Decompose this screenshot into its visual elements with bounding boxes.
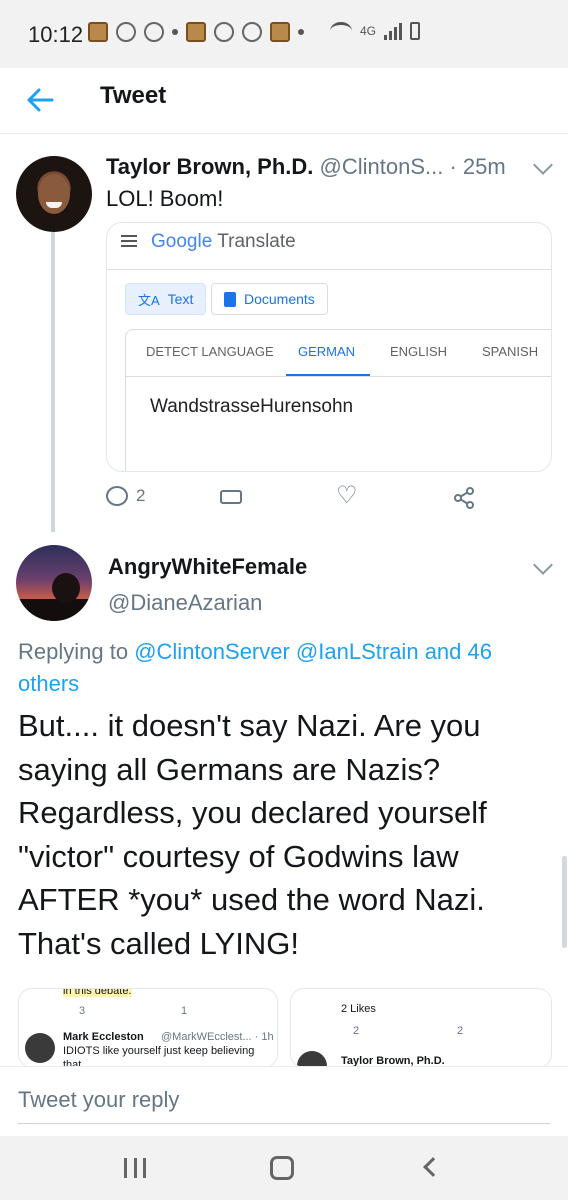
reply-composer: Tweet your reply <box>0 1066 568 1136</box>
notification-icon <box>172 29 178 35</box>
menu-icon <box>121 235 137 247</box>
back-arrow-icon[interactable] <box>22 82 58 118</box>
thumb-author: Mark Eccleston <box>63 1031 144 1043</box>
translate-panel: DETECT LANGUAGE GERMAN ENGLISH SPANISH W… <box>125 329 551 471</box>
status-bar: 10:12 4G <box>0 0 568 68</box>
translate-icon: 文A <box>138 292 160 308</box>
recent-apps-icon[interactable] <box>124 1158 146 1178</box>
thumb-reply-count: 3 <box>79 1005 86 1017</box>
divider <box>107 269 551 270</box>
tab-german: GERMAN <box>298 344 356 359</box>
home-icon[interactable] <box>270 1156 294 1180</box>
tab-english: ENGLISH <box>390 344 448 359</box>
tweet-text: LOL! Boom! <box>106 186 224 211</box>
system-nav-bar <box>0 1136 568 1200</box>
logo-brand: Google <box>151 231 213 252</box>
google-translate-logo: Google Translate <box>151 231 296 253</box>
replying-to: Replying to @ClintonServer @IanLStrain a… <box>18 636 548 700</box>
text-mode-label: Text <box>167 291 194 307</box>
thumb-like-count: 2 <box>457 1025 464 1037</box>
tweet-image[interactable]: 2 Likes 2 2 Taylor Brown, Ph.D. <box>290 988 552 1068</box>
app-notification-icon <box>186 22 206 42</box>
notification-icon <box>144 22 164 42</box>
back-icon[interactable] <box>423 1157 443 1177</box>
document-icon <box>224 291 236 307</box>
reply-count: 2 <box>136 486 146 505</box>
author-name: Taylor Brown, Ph.D. <box>106 154 314 179</box>
more-notifications-icon <box>298 29 304 35</box>
thumb-like-count: 1 <box>181 1005 188 1017</box>
tweet-text: But.... it doesn't say Nazi. Are you say… <box>18 708 487 961</box>
tweet-author[interactable]: Taylor Brown, Ph.D. @ClintonS... · 25m <box>106 154 506 180</box>
chevron-down-icon[interactable] <box>533 555 553 575</box>
retweet-button[interactable] <box>220 486 244 504</box>
tweet-image[interactable]: in this debate. 3 1 Mark Eccleston @Mark… <box>18 988 278 1068</box>
network-type: 4G <box>360 24 377 38</box>
app-notification-icon <box>88 22 108 42</box>
tweet-time: · 25m <box>449 154 506 179</box>
instagram-icon <box>242 22 262 42</box>
app-header: Tweet <box>0 68 568 134</box>
like-button[interactable]: ♡ <box>336 482 358 509</box>
reply-icon <box>106 486 128 506</box>
chevron-down-icon[interactable] <box>533 155 553 175</box>
page-title: Tweet <box>100 82 167 109</box>
thumb-text: in this debate. <box>63 989 132 997</box>
input-underline <box>18 1123 550 1124</box>
documents-mode-button: Documents <box>211 283 328 315</box>
source-text: WandstrasseHurensohn <box>150 396 354 417</box>
text-mode-button: 文A Text <box>125 283 207 315</box>
wifi-icon <box>330 22 352 40</box>
reply-button[interactable]: 2 <box>106 486 145 506</box>
share-icon <box>454 487 474 509</box>
thread-line <box>51 232 55 532</box>
notification-icon <box>214 22 234 42</box>
battery-icon <box>410 22 421 40</box>
tab-spanish: SPANISH <box>482 344 539 359</box>
system-icons: 4G <box>330 22 421 40</box>
logo-product: Translate <box>217 231 296 252</box>
reply-input[interactable]: Tweet your reply <box>18 1087 179 1113</box>
tab-divider <box>126 376 551 377</box>
thumb-likes: 2 Likes <box>341 1003 376 1015</box>
author-handle: @ClintonS... <box>319 154 444 179</box>
tweet-image[interactable]: Google Translate 文A Text Documents DETEC… <box>106 222 552 472</box>
status-time: 10:12 <box>28 22 84 47</box>
replying-prefix: Replying to <box>18 639 129 664</box>
avatar <box>25 1033 55 1063</box>
tab-detect-language: DETECT LANGUAGE <box>146 344 274 359</box>
heart-icon: ♡ <box>336 482 358 509</box>
avatar[interactable] <box>16 545 92 621</box>
thumb-snippet: IDIOTS like yourself just keep believing <box>63 1045 255 1057</box>
author-name[interactable]: AngryWhiteFemale <box>108 554 307 580</box>
retweet-icon <box>220 486 244 504</box>
scrollbar[interactable] <box>562 856 567 948</box>
app-notification-icon <box>270 22 290 42</box>
replying-handles-link[interactable]: @ClintonServer @IanLStrain <box>134 639 418 664</box>
signal-icon <box>384 22 403 40</box>
documents-mode-label: Documents <box>244 291 315 307</box>
notification-icon <box>116 22 136 42</box>
notification-icons <box>88 22 304 42</box>
thumb-handle: @MarkWEcclest... · 1h <box>161 1031 274 1043</box>
avatar[interactable] <box>16 156 92 232</box>
share-button[interactable] <box>452 486 476 510</box>
thumb-reply-count: 2 <box>353 1025 360 1037</box>
author-handle[interactable]: @DianeAzarian <box>108 590 262 616</box>
tweet-actions: 2 ♡ <box>106 482 526 516</box>
